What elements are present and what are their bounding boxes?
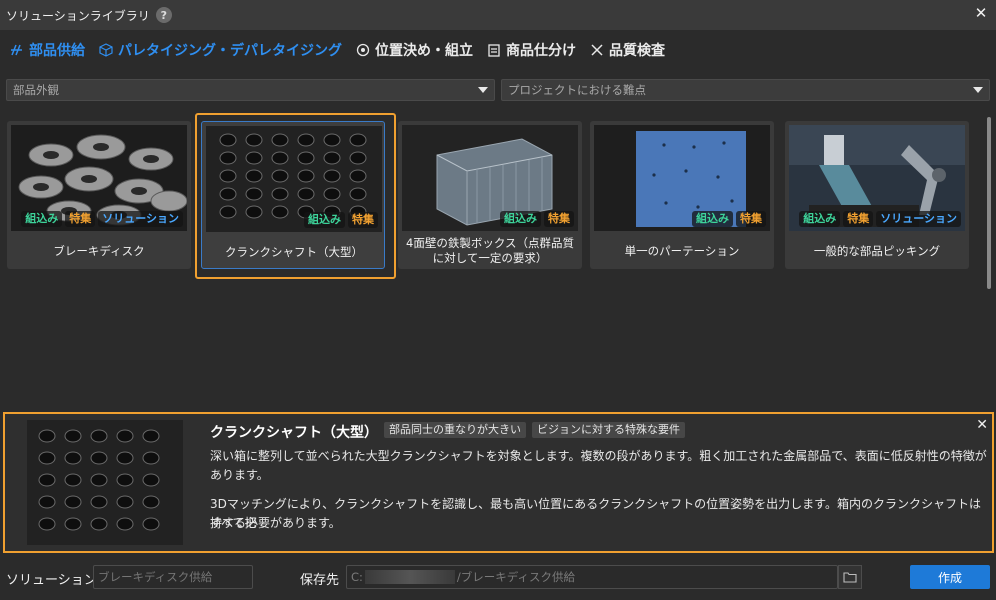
folder-icon [843,572,857,583]
vertical-scrollbar[interactable] [987,117,991,289]
tab-positioning-assembly[interactable]: 位置決め・組立 [356,40,473,60]
badge-builtin: 組込み [799,211,841,227]
card-label: 一般的な部品ピッキング [813,243,941,258]
solution-card-crankshaft[interactable]: 組込み 特集 クランクシャフト（大型） [201,121,385,269]
target-icon [356,43,370,57]
detail-tag: 部品同士の重なりが大きい [384,422,526,438]
detail-tag: ビジョンに対する特殊な要件 [532,422,685,438]
badge-builtin: 組込み [304,212,345,228]
create-button[interactable]: 作成 [910,565,990,589]
steel-box-image: 組込み 特集 [402,125,578,231]
save-path-prefix: C: [351,570,363,584]
browse-folder-button[interactable] [838,565,862,589]
close-window-button[interactable]: ✕ [974,6,988,21]
solution-detail-panel: クランクシャフト（大型） 部品同士の重なりが大きい ビジョンに対する特殊な要件 … [3,412,994,553]
card-label: ブレーキディスク [53,243,145,258]
brake-disc-image: 組込み 特集 ソリューション [11,125,187,231]
tab-sorting[interactable]: 商品仕分け [487,40,576,60]
dropdown-value: 部品外観 [13,83,59,97]
partition-image: 組込み 特集 [594,125,770,231]
category-filter-dropdown[interactable]: 部品外観 [6,79,495,101]
solution-card-general-picking[interactable]: 組込み 特集 ソリューション 一般的な部品ピッキング [785,121,969,269]
badge-featured: 特集 [843,211,874,227]
tab-label: パレタイジング・デパレタイジング [118,43,342,59]
dropdown-value: プロジェクトにおける難点 [508,83,646,97]
tools-icon [591,44,603,56]
badge-featured: 特集 [544,211,574,227]
card-label: クランクシャフト（大型） [225,244,363,259]
badge-group: 組込み 特集 [692,211,766,227]
window-title: ソリューションライブラリ [6,8,150,23]
category-tabs: 部品供給 パレタイジング・デパレタイジング 位置決め・組立 商品仕分け 品質検査 [10,38,665,62]
close-detail-button[interactable]: ✕ [976,418,988,432]
card-label: 4面壁の鉄製ボックス（点群品質に対して一定の要求） [406,236,574,265]
badge-featured: 特集 [65,211,96,227]
tab-label: 品質検査 [609,43,665,59]
save-path-suffix: /ブレーキディスク供給 [456,570,575,584]
general-picking-image: 組込み 特集 ソリューション [789,125,965,231]
difficulty-filter-dropdown[interactable]: プロジェクトにおける難点 [501,79,990,101]
title-bar: ソリューションライブラリ ? ✕ [0,0,996,30]
badge-group: 組込み 特集 [500,211,574,227]
badge-builtin: 組込み [692,211,733,227]
chevron-down-icon [973,87,983,93]
tab-parts-feeding[interactable]: 部品供給 [10,40,85,60]
tab-palletizing[interactable]: パレタイジング・デパレタイジング [99,40,342,60]
badge-group: 組込み 特集 [304,212,378,228]
tab-quality-inspection[interactable]: 品質検査 [590,40,665,60]
badge-featured: 特集 [348,212,378,228]
badge-group: 組込み 特集 ソリューション [21,211,183,227]
clipboard-icon [488,44,500,57]
detail-crankshaft-image [27,420,183,545]
parts-icon [11,44,22,56]
save-path-input[interactable]: C: /ブレーキディスク供給 [346,565,838,589]
badge-featured: 特集 [736,211,766,227]
box-icon [99,43,113,57]
redacted-path [364,570,455,584]
detail-tags: 部品同士の重なりが大きい ビジョンに対する特殊な要件 [384,422,685,438]
solution-name-input[interactable] [93,565,253,589]
card-label: 単一のパーテーション [624,243,740,258]
tab-label: 位置決め・組立 [375,43,473,59]
help-icon[interactable]: ? [155,7,172,23]
detail-title: クランクシャフト（大型） [210,425,378,441]
solution-card-brake-disc[interactable]: 組込み 特集 ソリューション ブレーキディスク [7,121,191,269]
tab-label: 商品仕分け [506,43,576,59]
solution-card-partition[interactable]: 組込み 特集 単一のパーテーション [590,121,774,269]
detail-description-line: 深い箱に整列して並べられた大型クランクシャフトを対象とします。複数の段があります… [210,449,987,463]
solution-card-steel-box[interactable]: 組込み 特集 4面壁の鉄製ボックス（点群品質に対して一定の要求） [398,121,582,269]
badge-solution: ソリューション [876,211,961,227]
crankshaft-image: 組込み 特集 [206,126,382,232]
tab-label: 部品供給 [29,43,85,59]
badge-group: 組込み 特集 ソリューション [799,211,961,227]
chevron-down-icon [478,87,488,93]
detail-description-line: あります。 [210,468,269,482]
detail-description-line: 持する必要があります。 [210,516,341,530]
badge-solution: ソリューション [98,211,183,227]
save-path-label: 保存先 [300,573,340,588]
badge-builtin: 組込み [21,211,63,227]
badge-builtin: 組込み [500,211,541,227]
